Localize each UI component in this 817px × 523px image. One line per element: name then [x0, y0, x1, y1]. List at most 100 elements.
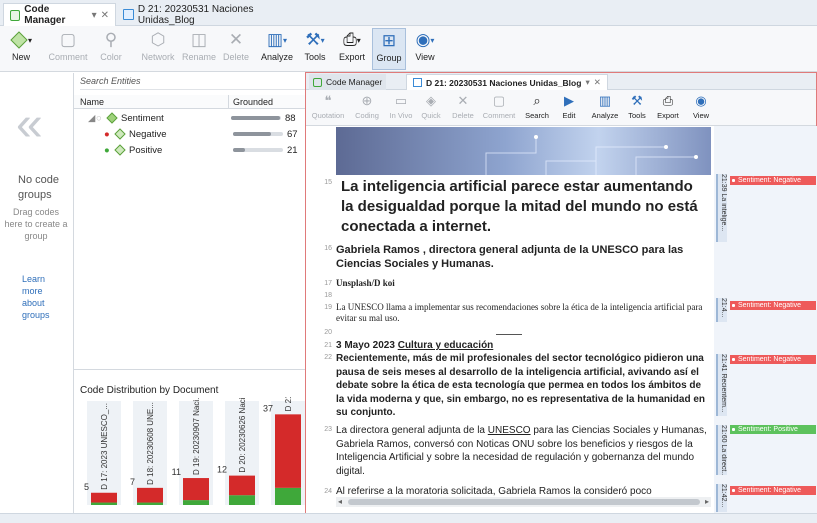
close-icon[interactable]: ✕: [101, 10, 109, 21]
comment-button[interactable]: ▢ Comment: [46, 28, 90, 70]
rename-button[interactable]: ◫ Rename: [180, 28, 218, 70]
image-credit[interactable]: Unsplash/D koi: [336, 278, 711, 288]
quotation-bracket[interactable]: 21:42...: [716, 484, 727, 512]
rename-label: Rename: [181, 52, 217, 62]
network-button[interactable]: ⬡ Network: [138, 28, 178, 70]
close-icon[interactable]: ✕: [594, 77, 601, 88]
quotation-bracket[interactable]: 21:60 La direct...: [716, 425, 727, 475]
export-icon: ⎙ ▾: [343, 30, 361, 49]
bar-negative-4[interactable]: [229, 475, 255, 496]
scroll-left-icon[interactable]: ◂: [338, 497, 342, 506]
search-entities-input[interactable]: Search Entities: [80, 76, 305, 90]
bar-positive-2[interactable]: [137, 502, 163, 505]
code-icon: [114, 128, 126, 140]
doc-tools-button[interactable]: ⚒ Tools: [624, 91, 650, 124]
chevron-down-icon[interactable]: ▾: [585, 77, 589, 88]
expand-icon[interactable]: ◢: [88, 113, 96, 124]
bar-negative-1[interactable]: [91, 492, 117, 503]
category-link[interactable]: Cultura y educación: [398, 340, 494, 351]
tree-row-positive[interactable]: ● Positive 21: [104, 143, 306, 157]
line-number: 23: [324, 426, 332, 433]
bar-positive-3[interactable]: [183, 500, 209, 505]
invivo-icon: ▭: [394, 93, 408, 108]
grounded-fill: [233, 148, 245, 152]
unesco-link[interactable]: UNESCO: [488, 425, 531, 436]
group-label: Group: [376, 53, 402, 63]
code-tag-negative[interactable]: Sentiment: Negative: [730, 176, 816, 185]
horizontal-scrollbar[interactable]: ◂ ▸: [336, 497, 711, 507]
color-label: Color: [100, 52, 122, 62]
date-text: 3 Mayo 2023: [336, 340, 395, 351]
paragraph-23[interactable]: La directora general adjunta de la UNESC…: [336, 424, 711, 478]
category-label: D 19: 20230907 Naci...: [192, 397, 201, 475]
paragraph-22[interactable]: Recientemente, más de mil profesionales …: [336, 352, 711, 420]
code-tag-positive[interactable]: Sentiment: Positive: [730, 425, 816, 434]
col-grounded-header[interactable]: Grounded: [228, 95, 277, 109]
line-number: 20: [324, 329, 332, 336]
scroll-right-icon[interactable]: ▸: [705, 497, 709, 506]
quick-button[interactable]: ◈ Quick: [418, 91, 444, 124]
view-button[interactable]: ◉ ▾ View: [408, 28, 442, 70]
doc-export-button[interactable]: ⎙ Export: [653, 91, 683, 124]
chevron-down-icon[interactable]: ▾: [92, 10, 97, 21]
group-button[interactable]: ⊞ Group: [372, 28, 406, 70]
color-button[interactable]: ⚲ Color: [94, 28, 128, 70]
quotation-bracket[interactable]: 21:41 Recientem...: [716, 354, 727, 416]
bar-positive-5[interactable]: [275, 487, 301, 505]
quotation-bracket[interactable]: 21:39 La intelige...: [716, 174, 727, 242]
quotation-button[interactable]: ❝ Quotation: [309, 91, 347, 124]
new-button[interactable]: ▾ New: [4, 28, 38, 70]
quotation-bracket[interactable]: 21:4...: [716, 298, 727, 322]
code-tag-negative[interactable]: Sentiment: Negative: [730, 355, 816, 364]
bar-positive-1[interactable]: [91, 502, 117, 505]
export-button[interactable]: ⎙ ▾ Export: [334, 28, 370, 70]
article-headline[interactable]: La inteligencia artificial parece estar …: [341, 177, 709, 237]
coding-button[interactable]: ⊕ Coding: [351, 91, 383, 124]
grounded-bar: [231, 116, 281, 120]
collapse-left-icon[interactable]: «: [16, 101, 43, 149]
bar-negative-5[interactable]: [275, 414, 301, 488]
tools-button[interactable]: ⚒ ▾ Tools: [298, 28, 332, 70]
col-name-header[interactable]: Name: [80, 97, 104, 107]
status-bar: [0, 513, 817, 523]
code-groups-panel: « No code groups Drag codes here to crea…: [0, 73, 74, 513]
tab-code-manager[interactable]: Code Manager ▾ ✕: [3, 3, 116, 26]
bar-negative-3[interactable]: [183, 478, 209, 501]
category-label: D 21: 20230531 Nacio...: [284, 397, 293, 411]
document-ribbon: ❝ Quotation ⊕ Coding ▭ In Vivo ◈ Quick ✕ Dele…: [306, 90, 816, 126]
tools-label: Tools: [304, 52, 326, 62]
tree-row-sentiment[interactable]: ◢ ○ Sentiment 88: [88, 111, 306, 125]
learn-more-link[interactable]: Learn more about groups: [22, 273, 66, 321]
edit-button[interactable]: ▶ Edit: [558, 91, 580, 124]
tree-row-negative[interactable]: ● Negative 67: [104, 127, 306, 141]
code-tag-negative[interactable]: Sentiment: Negative: [730, 486, 816, 495]
search-button[interactable]: ⌕ Search: [522, 91, 552, 124]
comment-label: Comment: [482, 111, 516, 120]
tab-document[interactable]: D 21: 20230531 Naciones Unidas_Blog: [117, 3, 317, 26]
network-icon: ⬡: [150, 30, 166, 49]
doc-tab-document[interactable]: D 21: 20230531 Naciones Unidas_Blog ▾ ✕: [406, 74, 608, 90]
analyze-icon: ▥ ▾: [266, 30, 288, 49]
scroll-thumb[interactable]: [348, 499, 700, 505]
delete-button[interactable]: ✕ Delete: [219, 28, 253, 70]
line-number: 16: [324, 245, 332, 252]
analyze-button[interactable]: ▥ ▾ Analyze: [258, 28, 296, 70]
doc-delete-button[interactable]: ✕ Delete: [450, 91, 476, 124]
analyze-label: Analyze: [260, 52, 294, 62]
doc-view-button[interactable]: ◉ View: [688, 91, 714, 124]
bar-positive-4[interactable]: [229, 495, 255, 505]
doc-analyze-button[interactable]: ▥ Analyze: [588, 91, 622, 124]
delete-icon: ✕: [228, 30, 244, 49]
edit-label: Edit: [562, 111, 576, 120]
tools-label: Tools: [628, 111, 646, 120]
doc-comment-button[interactable]: ▢ Comment: [479, 91, 519, 124]
bar-negative-2[interactable]: [137, 487, 163, 503]
code-manager-icon: [313, 77, 322, 87]
code-tag-negative[interactable]: Sentiment: Negative: [730, 301, 816, 310]
doc-tab-code-manager[interactable]: Code Manager: [309, 74, 387, 90]
article-lead[interactable]: La UNESCO llama a implementar sus recome…: [336, 302, 711, 324]
document-icon: [413, 78, 422, 87]
grounded-fill: [231, 116, 280, 120]
invivo-button[interactable]: ▭ In Vivo: [386, 91, 416, 124]
article-subhead[interactable]: Gabriela Ramos , directora general adjun…: [336, 243, 711, 271]
